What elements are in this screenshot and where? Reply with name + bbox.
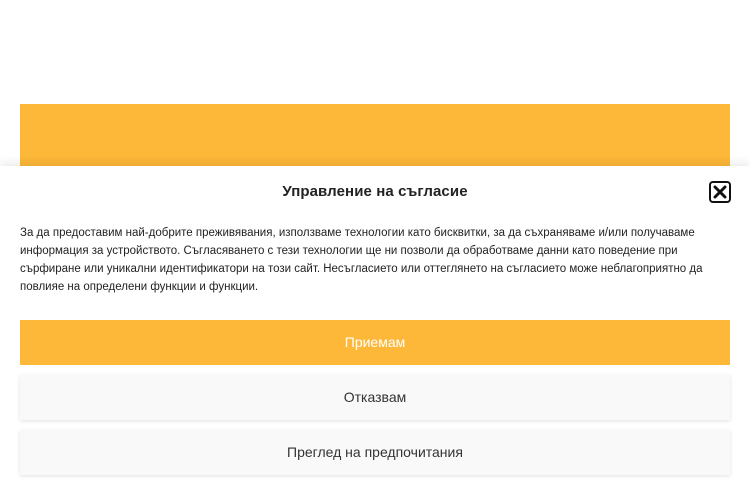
consent-title: Управление на съгласие: [282, 183, 468, 200]
view-preferences-button[interactable]: Преглед на предпочитания: [20, 430, 730, 475]
close-icon: [709, 181, 731, 203]
close-button[interactable]: [709, 181, 731, 203]
cookie-consent-panel: Управление на съгласие За да предоставим…: [0, 166, 750, 500]
consent-message: За да предоставим най-добрите преживяван…: [20, 227, 703, 293]
deny-button[interactable]: Отказвам: [20, 375, 730, 420]
accept-button[interactable]: Приемам: [20, 320, 730, 365]
page: Управление на съгласие За да предоставим…: [0, 0, 750, 500]
